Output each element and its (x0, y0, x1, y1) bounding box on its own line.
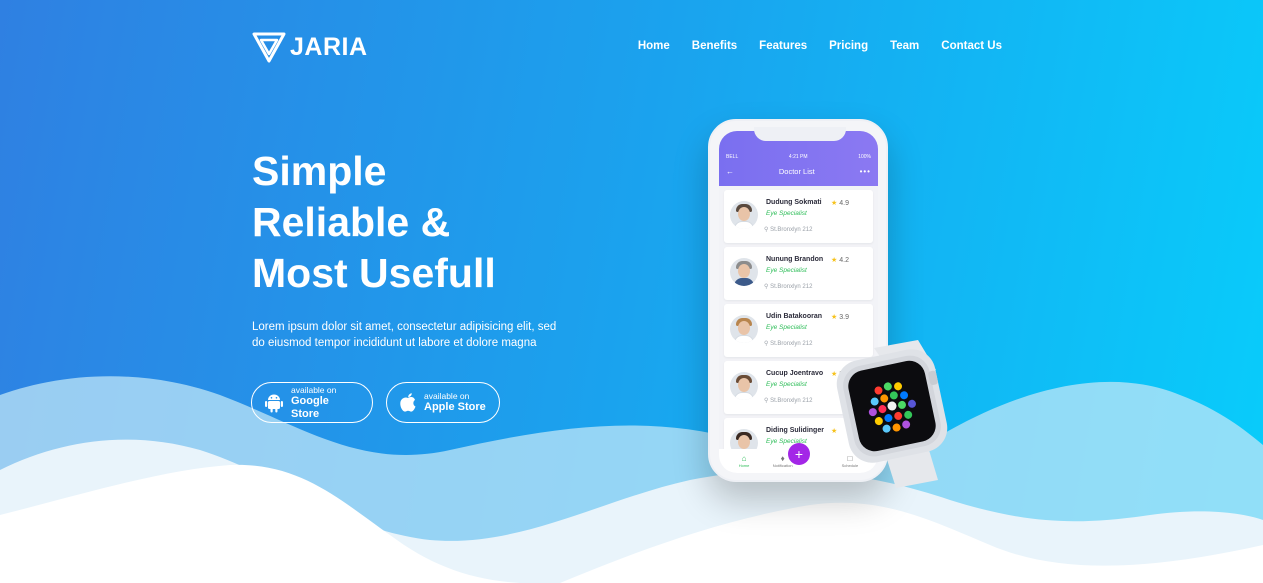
doctor-specialty: Eye Specialist (766, 210, 807, 217)
doctor-location-text: St.Bronxlyn 212 (770, 227, 813, 233)
tab-notification-label: Notification (772, 463, 793, 468)
doctor-name: Udin Batakooran (766, 313, 823, 320)
tab-home-label: Home (738, 463, 750, 468)
location-pin-icon: ⚲ (764, 227, 769, 233)
apple-store-caption: available on (424, 391, 470, 401)
status-carrier: BELL (726, 154, 739, 160)
doctor-name: Diding Sulidinger (766, 427, 824, 434)
status-time: 4:21 PM (788, 154, 808, 160)
brand-logo[interactable]: JARIA (252, 31, 368, 63)
hero-title-line: Most Usefull (252, 250, 496, 296)
more-icon[interactable]: ••• (860, 167, 871, 176)
hero-title-line: Simple (252, 148, 387, 194)
doctor-name: Dudung Sokmati (766, 199, 822, 206)
google-store-caption: available on (290, 384, 337, 395)
status-bar: BELL 4:21 PM 100% (726, 154, 871, 160)
wave-background (0, 376, 1263, 583)
doctor-location-text: St.Bronxlyn 212 (770, 341, 813, 347)
apple-store-label: Apple Store (424, 401, 486, 413)
apple-icon (400, 393, 416, 412)
nav-features[interactable]: Features (759, 40, 807, 52)
android-icon (265, 394, 283, 412)
doctor-location: ⚲ St.Bronxlyn 212 (764, 397, 812, 404)
brand-name: JARIA (290, 32, 368, 61)
doctor-avatar (730, 372, 758, 400)
doctor-rating: ★ 3.9 (831, 313, 849, 321)
status-battery: 100% (858, 154, 871, 160)
phone-notch (754, 127, 846, 141)
back-arrow-icon[interactable]: ← (726, 167, 734, 176)
main-nav: Home Benefits Features Pricing Team Cont… (638, 40, 1002, 52)
hero-title-line: Reliable & (252, 199, 451, 245)
doctor-rating-value: 4.2 (839, 257, 849, 264)
location-pin-icon: ⚲ (764, 284, 769, 290)
bell-icon: ♦ (780, 454, 785, 463)
doctor-location-text: St.Bronxlyn 212 (770, 398, 813, 404)
location-pin-icon: ⚲ (764, 398, 769, 404)
tab-home[interactable]: ⌂ Home (739, 454, 750, 468)
nav-contact-us[interactable]: Contact Us (941, 40, 1002, 52)
doctor-location: ⚲ St.Bronxlyn 212 (764, 340, 812, 347)
doctor-rating: ★ 4.9 (831, 199, 849, 207)
nav-benefits[interactable]: Benefits (692, 40, 737, 52)
doctor-specialty: Eye Specialist (766, 381, 807, 388)
doctor-name: Nunung Brandon (766, 256, 824, 263)
doctor-card[interactable]: Dudung Sokmati ★ 4.9 Eye Specialist ⚲ St… (724, 190, 873, 243)
star-icon: ★ (831, 200, 838, 207)
nav-team[interactable]: Team (890, 40, 919, 52)
nav-pricing[interactable]: Pricing (829, 40, 868, 52)
tab-spacer (816, 457, 818, 466)
hero-title: Simple Reliable & Most Usefull (252, 146, 582, 299)
doctor-location: ⚲ St.Bronxlyn 212 (764, 283, 812, 290)
home-icon: ⌂ (741, 454, 747, 463)
doctor-avatar (730, 315, 758, 343)
doctor-location: ⚲ St.Bronxlyn 212 (764, 226, 812, 233)
google-store-label: Google Store (290, 394, 329, 420)
doctor-specialty: Eye Specialist (766, 267, 807, 274)
doctor-rating-value: 3.9 (839, 314, 849, 321)
app-title: Doctor List (778, 167, 815, 176)
doctor-location-text: St.Bronxlyn 212 (770, 284, 813, 290)
doctor-name: Cucup Joentravo (766, 370, 824, 377)
star-icon: ★ (831, 314, 838, 321)
apple-store-button[interactable]: available on Apple Store (386, 382, 500, 423)
nav-home[interactable]: Home (638, 40, 670, 52)
smartwatch-image (836, 340, 948, 488)
doctor-rating-value: 4.9 (839, 200, 849, 207)
logo-icon (252, 32, 286, 63)
add-button[interactable]: + (788, 443, 810, 465)
star-icon: ★ (831, 257, 838, 264)
doctor-specialty: Eye Specialist (766, 324, 807, 331)
doctor-avatar (730, 201, 758, 229)
hero-description: Lorem ipsum dolor sit amet, consectetur … (252, 321, 557, 349)
location-pin-icon: ⚲ (764, 341, 769, 347)
doctor-avatar (730, 258, 758, 286)
google-store-button[interactable]: available on Google Store (251, 382, 373, 423)
doctor-card[interactable]: Nunung Brandon ★ 4.2 Eye Specialist ⚲ St… (724, 247, 873, 300)
doctor-rating: ★ 4.2 (831, 256, 849, 264)
